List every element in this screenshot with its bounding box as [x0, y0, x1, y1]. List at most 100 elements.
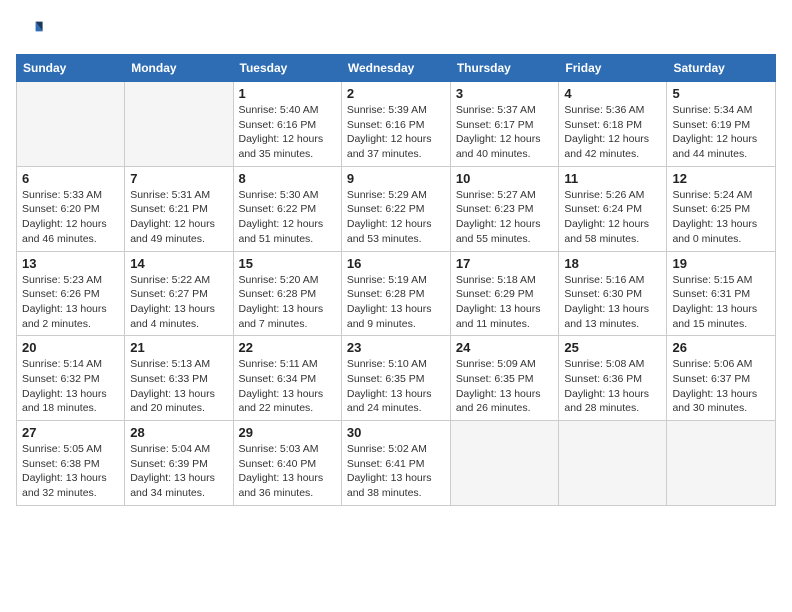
- calendar-cell: [667, 421, 776, 506]
- calendar-cell: 19 Sunrise: 5:15 AMSunset: 6:31 PMDayligh…: [667, 251, 776, 336]
- day-info: Sunrise: 5:16 AMSunset: 6:30 PMDaylight:…: [564, 273, 661, 332]
- calendar-cell: 11 Sunrise: 5:26 AMSunset: 6:24 PMDayligh…: [559, 166, 667, 251]
- calendar-header-row: SundayMondayTuesdayWednesdayThursdayFrid…: [17, 55, 776, 82]
- calendar-table: SundayMondayTuesdayWednesdayThursdayFrid…: [16, 54, 776, 506]
- calendar-cell: 3Sunrise: 5:37 AMSunset: 6:17 PMDaylight…: [450, 82, 559, 167]
- day-info: Sunrise: 5:03 AMSunset: 6:40 PMDaylight:…: [239, 442, 336, 501]
- day-number: 22: [239, 340, 336, 355]
- calendar-cell: 15 Sunrise: 5:20 AMSunset: 6:28 PMDayligh…: [233, 251, 341, 336]
- column-header-friday: Friday: [559, 55, 667, 82]
- week-row-4: 20Sunrise: 5:14 AMSunset: 6:32 PMDayligh…: [17, 336, 776, 421]
- calendar-cell: 8 Sunrise: 5:30 AMSunset: 6:22 PMDaylight…: [233, 166, 341, 251]
- calendar-cell: 30Sunrise: 5:02 AMSunset: 6:41 PMDayligh…: [341, 421, 450, 506]
- day-info: Sunrise: 5:09 AMSunset: 6:35 PMDaylight:…: [456, 357, 554, 416]
- day-number: 20: [22, 340, 119, 355]
- calendar-cell: 14 Sunrise: 5:22 AMSunset: 6:27 PMDayligh…: [125, 251, 233, 336]
- day-info: Sunrise: 5:22 AMSunset: 6:27 PMDaylight:…: [130, 273, 227, 332]
- calendar-cell: 4Sunrise: 5:36 AMSunset: 6:18 PMDaylight…: [559, 82, 667, 167]
- logo: [16, 16, 48, 44]
- day-number: 6: [22, 171, 119, 186]
- day-number: 26: [672, 340, 770, 355]
- calendar-cell: [125, 82, 233, 167]
- calendar-cell: 21 Sunrise: 5:13 AMSunset: 6:33 PMDayligh…: [125, 336, 233, 421]
- day-number: 21: [130, 340, 227, 355]
- day-number: 12: [672, 171, 770, 186]
- calendar-cell: 18 Sunrise: 5:16 AMSunset: 6:30 PMDayligh…: [559, 251, 667, 336]
- calendar-cell: 24 Sunrise: 5:09 AMSunset: 6:35 PMDayligh…: [450, 336, 559, 421]
- week-row-5: 27 Sunrise: 5:05 AMSunset: 6:38 PMDayligh…: [17, 421, 776, 506]
- calendar-cell: 25Sunrise: 5:08 AMSunset: 6:36 PMDayligh…: [559, 336, 667, 421]
- day-number: 10: [456, 171, 554, 186]
- day-number: 13: [22, 256, 119, 271]
- day-info: Sunrise: 5:19 AMSunset: 6:28 PMDaylight:…: [347, 273, 445, 332]
- column-header-wednesday: Wednesday: [341, 55, 450, 82]
- day-info: Sunrise: 5:33 AMSunset: 6:20 PMDaylight:…: [22, 188, 119, 247]
- day-number: 28: [130, 425, 227, 440]
- column-header-monday: Monday: [125, 55, 233, 82]
- day-info: Sunrise: 5:04 AMSunset: 6:39 PMDaylight:…: [130, 442, 227, 501]
- day-number: 15: [239, 256, 336, 271]
- day-info: Sunrise: 5:05 AMSunset: 6:38 PMDaylight:…: [22, 442, 119, 501]
- week-row-2: 6 Sunrise: 5:33 AMSunset: 6:20 PMDaylight…: [17, 166, 776, 251]
- day-number: 1: [239, 86, 336, 101]
- day-number: 27: [22, 425, 119, 440]
- week-row-1: 1 Sunrise: 5:40 AMSunset: 6:16 PMDaylight…: [17, 82, 776, 167]
- column-header-tuesday: Tuesday: [233, 55, 341, 82]
- day-number: 17: [456, 256, 554, 271]
- day-info: Sunrise: 5:29 AMSunset: 6:22 PMDaylight:…: [347, 188, 445, 247]
- calendar-cell: 13 Sunrise: 5:23 AMSunset: 6:26 PMDayligh…: [17, 251, 125, 336]
- calendar-cell: 1 Sunrise: 5:40 AMSunset: 6:16 PMDaylight…: [233, 82, 341, 167]
- day-info: Sunrise: 5:23 AMSunset: 6:26 PMDaylight:…: [22, 273, 119, 332]
- calendar-cell: 7 Sunrise: 5:31 AMSunset: 6:21 PMDaylight…: [125, 166, 233, 251]
- day-number: 23: [347, 340, 445, 355]
- calendar-cell: [450, 421, 559, 506]
- week-row-3: 13 Sunrise: 5:23 AMSunset: 6:26 PMDayligh…: [17, 251, 776, 336]
- logo-icon: [16, 16, 44, 44]
- calendar-cell: 28 Sunrise: 5:04 AMSunset: 6:39 PMDayligh…: [125, 421, 233, 506]
- calendar-cell: 23 Sunrise: 5:10 AMSunset: 6:35 PMDayligh…: [341, 336, 450, 421]
- calendar-cell: [559, 421, 667, 506]
- day-number: 24: [456, 340, 554, 355]
- day-info: Sunrise: 5:26 AMSunset: 6:24 PMDaylight:…: [564, 188, 661, 247]
- day-number: 29: [239, 425, 336, 440]
- day-number: 14: [130, 256, 227, 271]
- day-info: Sunrise: 5:10 AMSunset: 6:35 PMDaylight:…: [347, 357, 445, 416]
- day-number: 18: [564, 256, 661, 271]
- day-info: Sunrise: 5:30 AMSunset: 6:22 PMDaylight:…: [239, 188, 336, 247]
- day-number: 11: [564, 171, 661, 186]
- day-info: Sunrise: 5:13 AMSunset: 6:33 PMDaylight:…: [130, 357, 227, 416]
- day-info: Sunrise: 5:39 AMSunset: 6:16 PMDaylight:…: [347, 103, 445, 162]
- day-info: Sunrise: 5:08 AMSunset: 6:36 PMDaylight:…: [564, 357, 661, 416]
- column-header-thursday: Thursday: [450, 55, 559, 82]
- day-info: Sunrise: 5:31 AMSunset: 6:21 PMDaylight:…: [130, 188, 227, 247]
- day-info: Sunrise: 5:36 AMSunset: 6:18 PMDaylight:…: [564, 103, 661, 162]
- day-number: 2: [347, 86, 445, 101]
- calendar-cell: 16 Sunrise: 5:19 AMSunset: 6:28 PMDayligh…: [341, 251, 450, 336]
- day-info: Sunrise: 5:06 AMSunset: 6:37 PMDaylight:…: [672, 357, 770, 416]
- calendar-cell: 2 Sunrise: 5:39 AMSunset: 6:16 PMDaylight…: [341, 82, 450, 167]
- day-number: 16: [347, 256, 445, 271]
- column-header-saturday: Saturday: [667, 55, 776, 82]
- calendar-cell: 26 Sunrise: 5:06 AMSunset: 6:37 PMDayligh…: [667, 336, 776, 421]
- calendar-cell: [17, 82, 125, 167]
- day-info: Sunrise: 5:20 AMSunset: 6:28 PMDaylight:…: [239, 273, 336, 332]
- day-info: Sunrise: 5:34 AMSunset: 6:19 PMDaylight:…: [672, 103, 770, 162]
- calendar-cell: 12 Sunrise: 5:24 AMSunset: 6:25 PMDayligh…: [667, 166, 776, 251]
- day-info: Sunrise: 5:18 AMSunset: 6:29 PMDaylight:…: [456, 273, 554, 332]
- day-number: 5: [672, 86, 770, 101]
- calendar-cell: 5 Sunrise: 5:34 AMSunset: 6:19 PMDaylight…: [667, 82, 776, 167]
- calendar-cell: 17 Sunrise: 5:18 AMSunset: 6:29 PMDayligh…: [450, 251, 559, 336]
- day-info: Sunrise: 5:24 AMSunset: 6:25 PMDaylight:…: [672, 188, 770, 247]
- day-number: 30: [347, 425, 445, 440]
- day-number: 9: [347, 171, 445, 186]
- day-number: 19: [672, 256, 770, 271]
- day-number: 8: [239, 171, 336, 186]
- calendar-cell: 22Sunrise: 5:11 AMSunset: 6:34 PMDayligh…: [233, 336, 341, 421]
- calendar-cell: 10 Sunrise: 5:27 AMSunset: 6:23 PMDayligh…: [450, 166, 559, 251]
- calendar-cell: 29 Sunrise: 5:03 AMSunset: 6:40 PMDayligh…: [233, 421, 341, 506]
- day-info: Sunrise: 5:27 AMSunset: 6:23 PMDaylight:…: [456, 188, 554, 247]
- column-header-sunday: Sunday: [17, 55, 125, 82]
- day-number: 7: [130, 171, 227, 186]
- day-info: Sunrise: 5:15 AMSunset: 6:31 PMDaylight:…: [672, 273, 770, 332]
- day-info: Sunrise: 5:40 AMSunset: 6:16 PMDaylight:…: [239, 103, 336, 162]
